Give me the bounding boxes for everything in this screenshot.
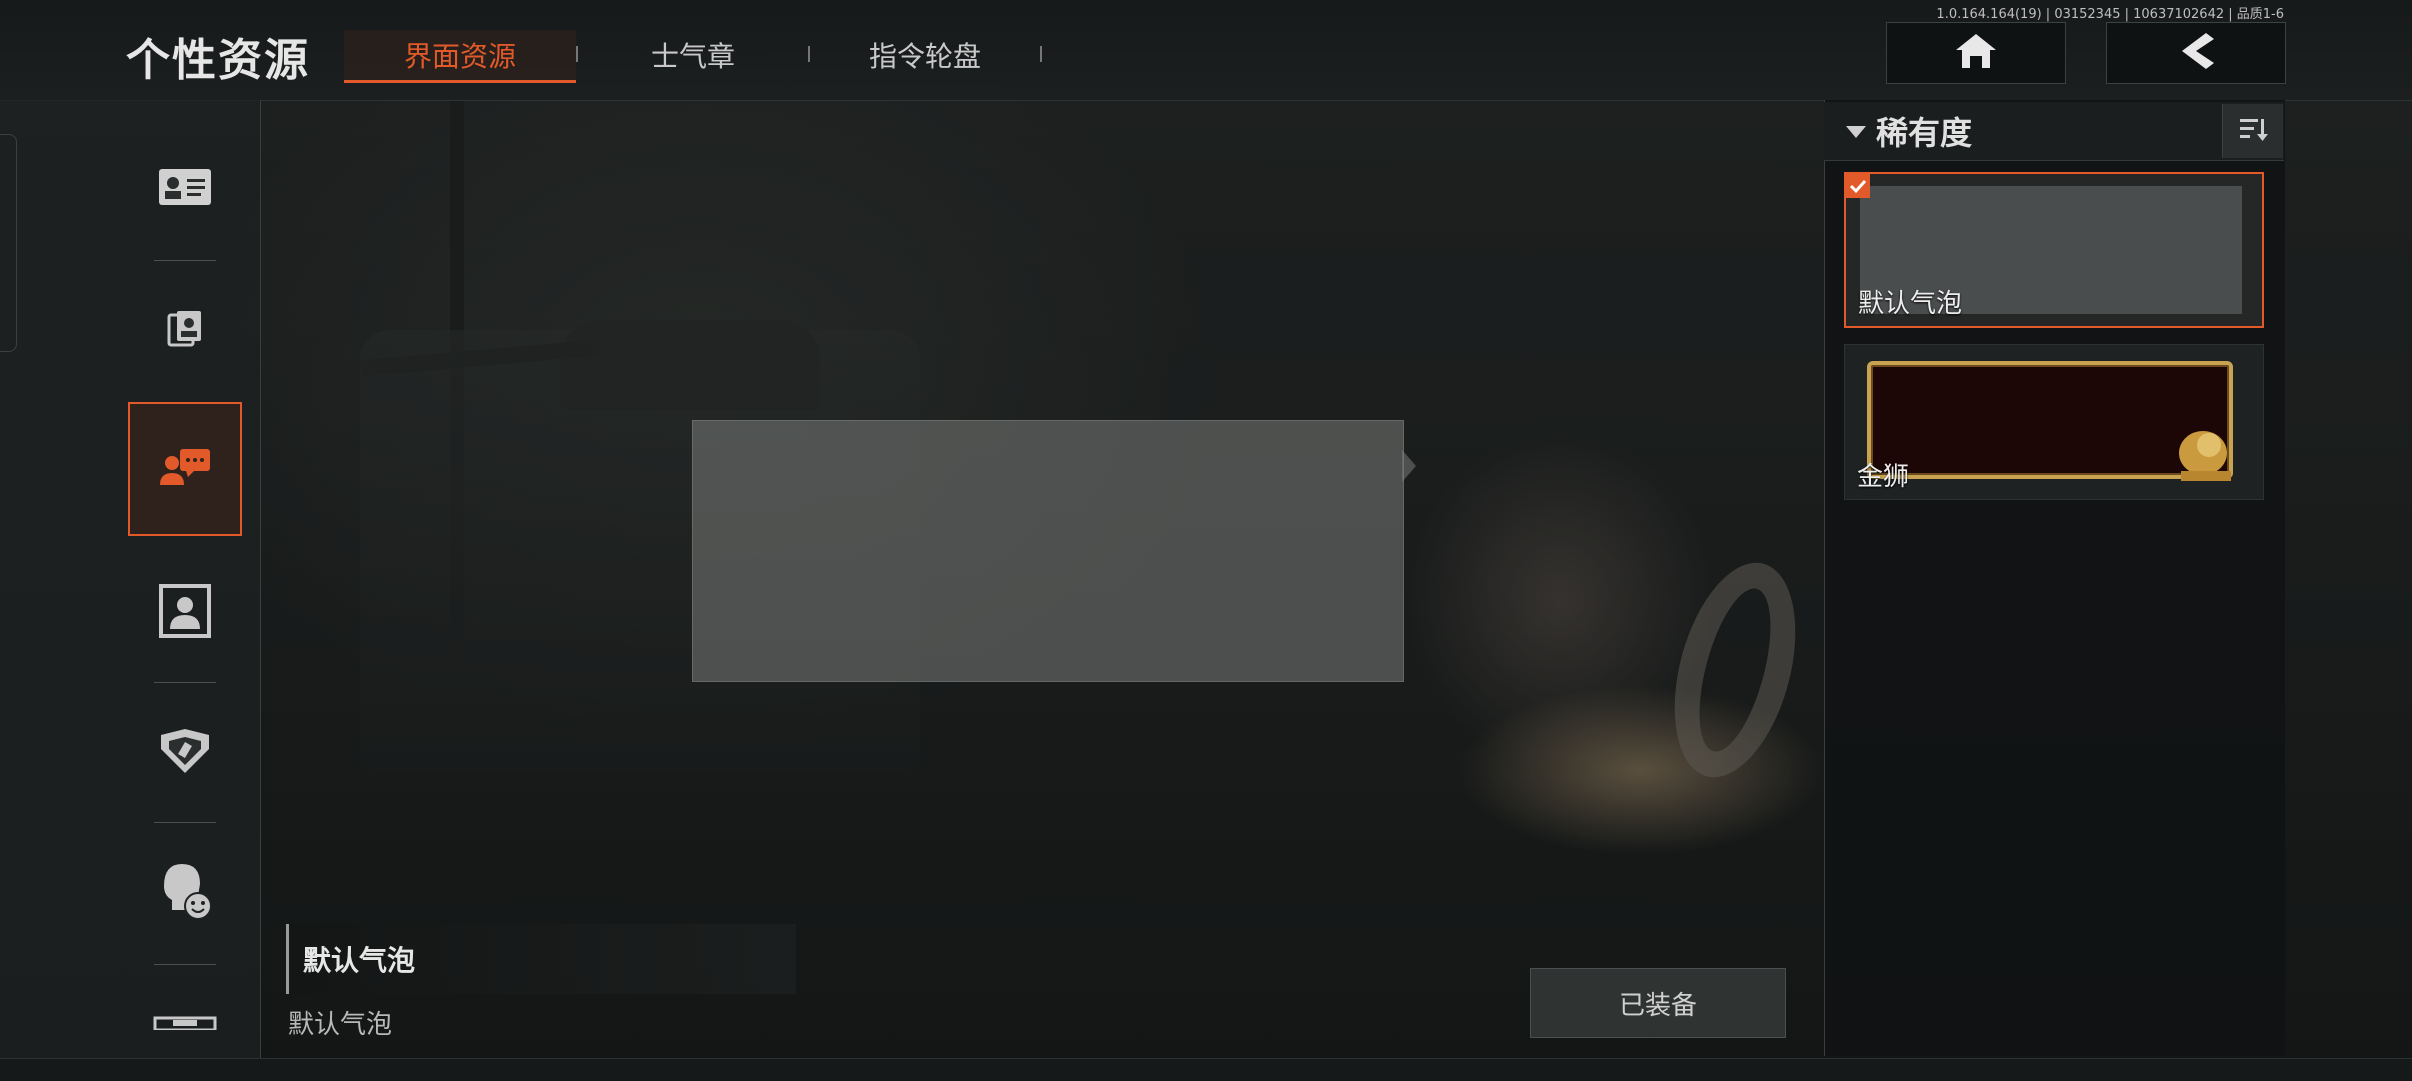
tab-separator — [576, 46, 578, 62]
sidebar-divider — [154, 260, 216, 261]
lion-emblem-icon — [2169, 415, 2241, 491]
home-button[interactable] — [1886, 22, 2066, 84]
sidebar-item-chat-bubble[interactable] — [128, 402, 242, 536]
chat-bubble-icon — [158, 445, 212, 493]
emote-head-icon — [158, 860, 212, 926]
badge-emblem-icon — [157, 727, 213, 779]
caret-down-icon — [1846, 126, 1866, 138]
rarity-filter-label[interactable]: 稀有度 — [1876, 108, 1972, 154]
item-card-name: 金狮 — [1857, 462, 1910, 492]
sidebar-divider — [154, 964, 216, 965]
sidebar-item-nameplate[interactable] — [128, 1000, 242, 1040]
sidebar-item-emote[interactable] — [128, 826, 242, 960]
id-card-icon — [157, 167, 213, 211]
back-chevron-icon — [2176, 31, 2216, 75]
photo-cards-icon — [165, 309, 205, 353]
sidebar-item-badge[interactable] — [128, 686, 242, 820]
sidebar-item-photo-cards[interactable] — [128, 264, 242, 398]
sort-icon — [2238, 116, 2268, 146]
item-card-default-bubble[interactable]: 默认气泡 — [1844, 172, 2264, 328]
tab-command-wheel[interactable]: 指令轮盘 — [832, 30, 1018, 80]
page-title: 个性资源 — [126, 35, 310, 86]
top-bar: 个性资源 界面资源 士气章 指令轮盘 1.0.164.164(19) | 031… — [0, 0, 2412, 101]
selected-item-name: 默认气泡 — [286, 924, 796, 994]
chat-bubble-preview-tail — [1402, 450, 1416, 482]
tab-interface-resources[interactable]: 界面资源 — [344, 30, 576, 83]
back-button[interactable] — [2106, 22, 2286, 84]
sidebar-edge-tab[interactable] — [0, 134, 17, 352]
bottom-strip — [0, 1058, 2412, 1081]
equipped-button[interactable]: 已装备 — [1530, 968, 1786, 1038]
portrait-frame-icon — [158, 583, 212, 643]
sidebar-item-id-card[interactable] — [128, 122, 242, 256]
sidebar-item-portrait-frame[interactable] — [128, 546, 242, 680]
item-card-name: 默认气泡 — [1858, 289, 1963, 319]
tab-separator — [1040, 46, 1042, 62]
home-icon — [1954, 32, 1998, 74]
selected-item-subtitle: 默认气泡 — [288, 1010, 393, 1040]
tab-separator — [808, 46, 810, 62]
tab-morale-badge[interactable]: 士气章 — [600, 30, 786, 80]
sidebar-divider — [154, 822, 216, 823]
sidebar-divider — [154, 682, 216, 683]
chat-bubble-preview — [692, 420, 1404, 682]
item-card-golden-lion[interactable]: 金狮 — [1844, 344, 2264, 500]
sort-button[interactable] — [2222, 104, 2283, 158]
nameplate-icon — [153, 1000, 217, 1034]
version-info: 1.0.164.164(19) | 03152345 | 10637102642… — [1936, 7, 2284, 22]
equipped-check-icon — [1846, 174, 1870, 198]
